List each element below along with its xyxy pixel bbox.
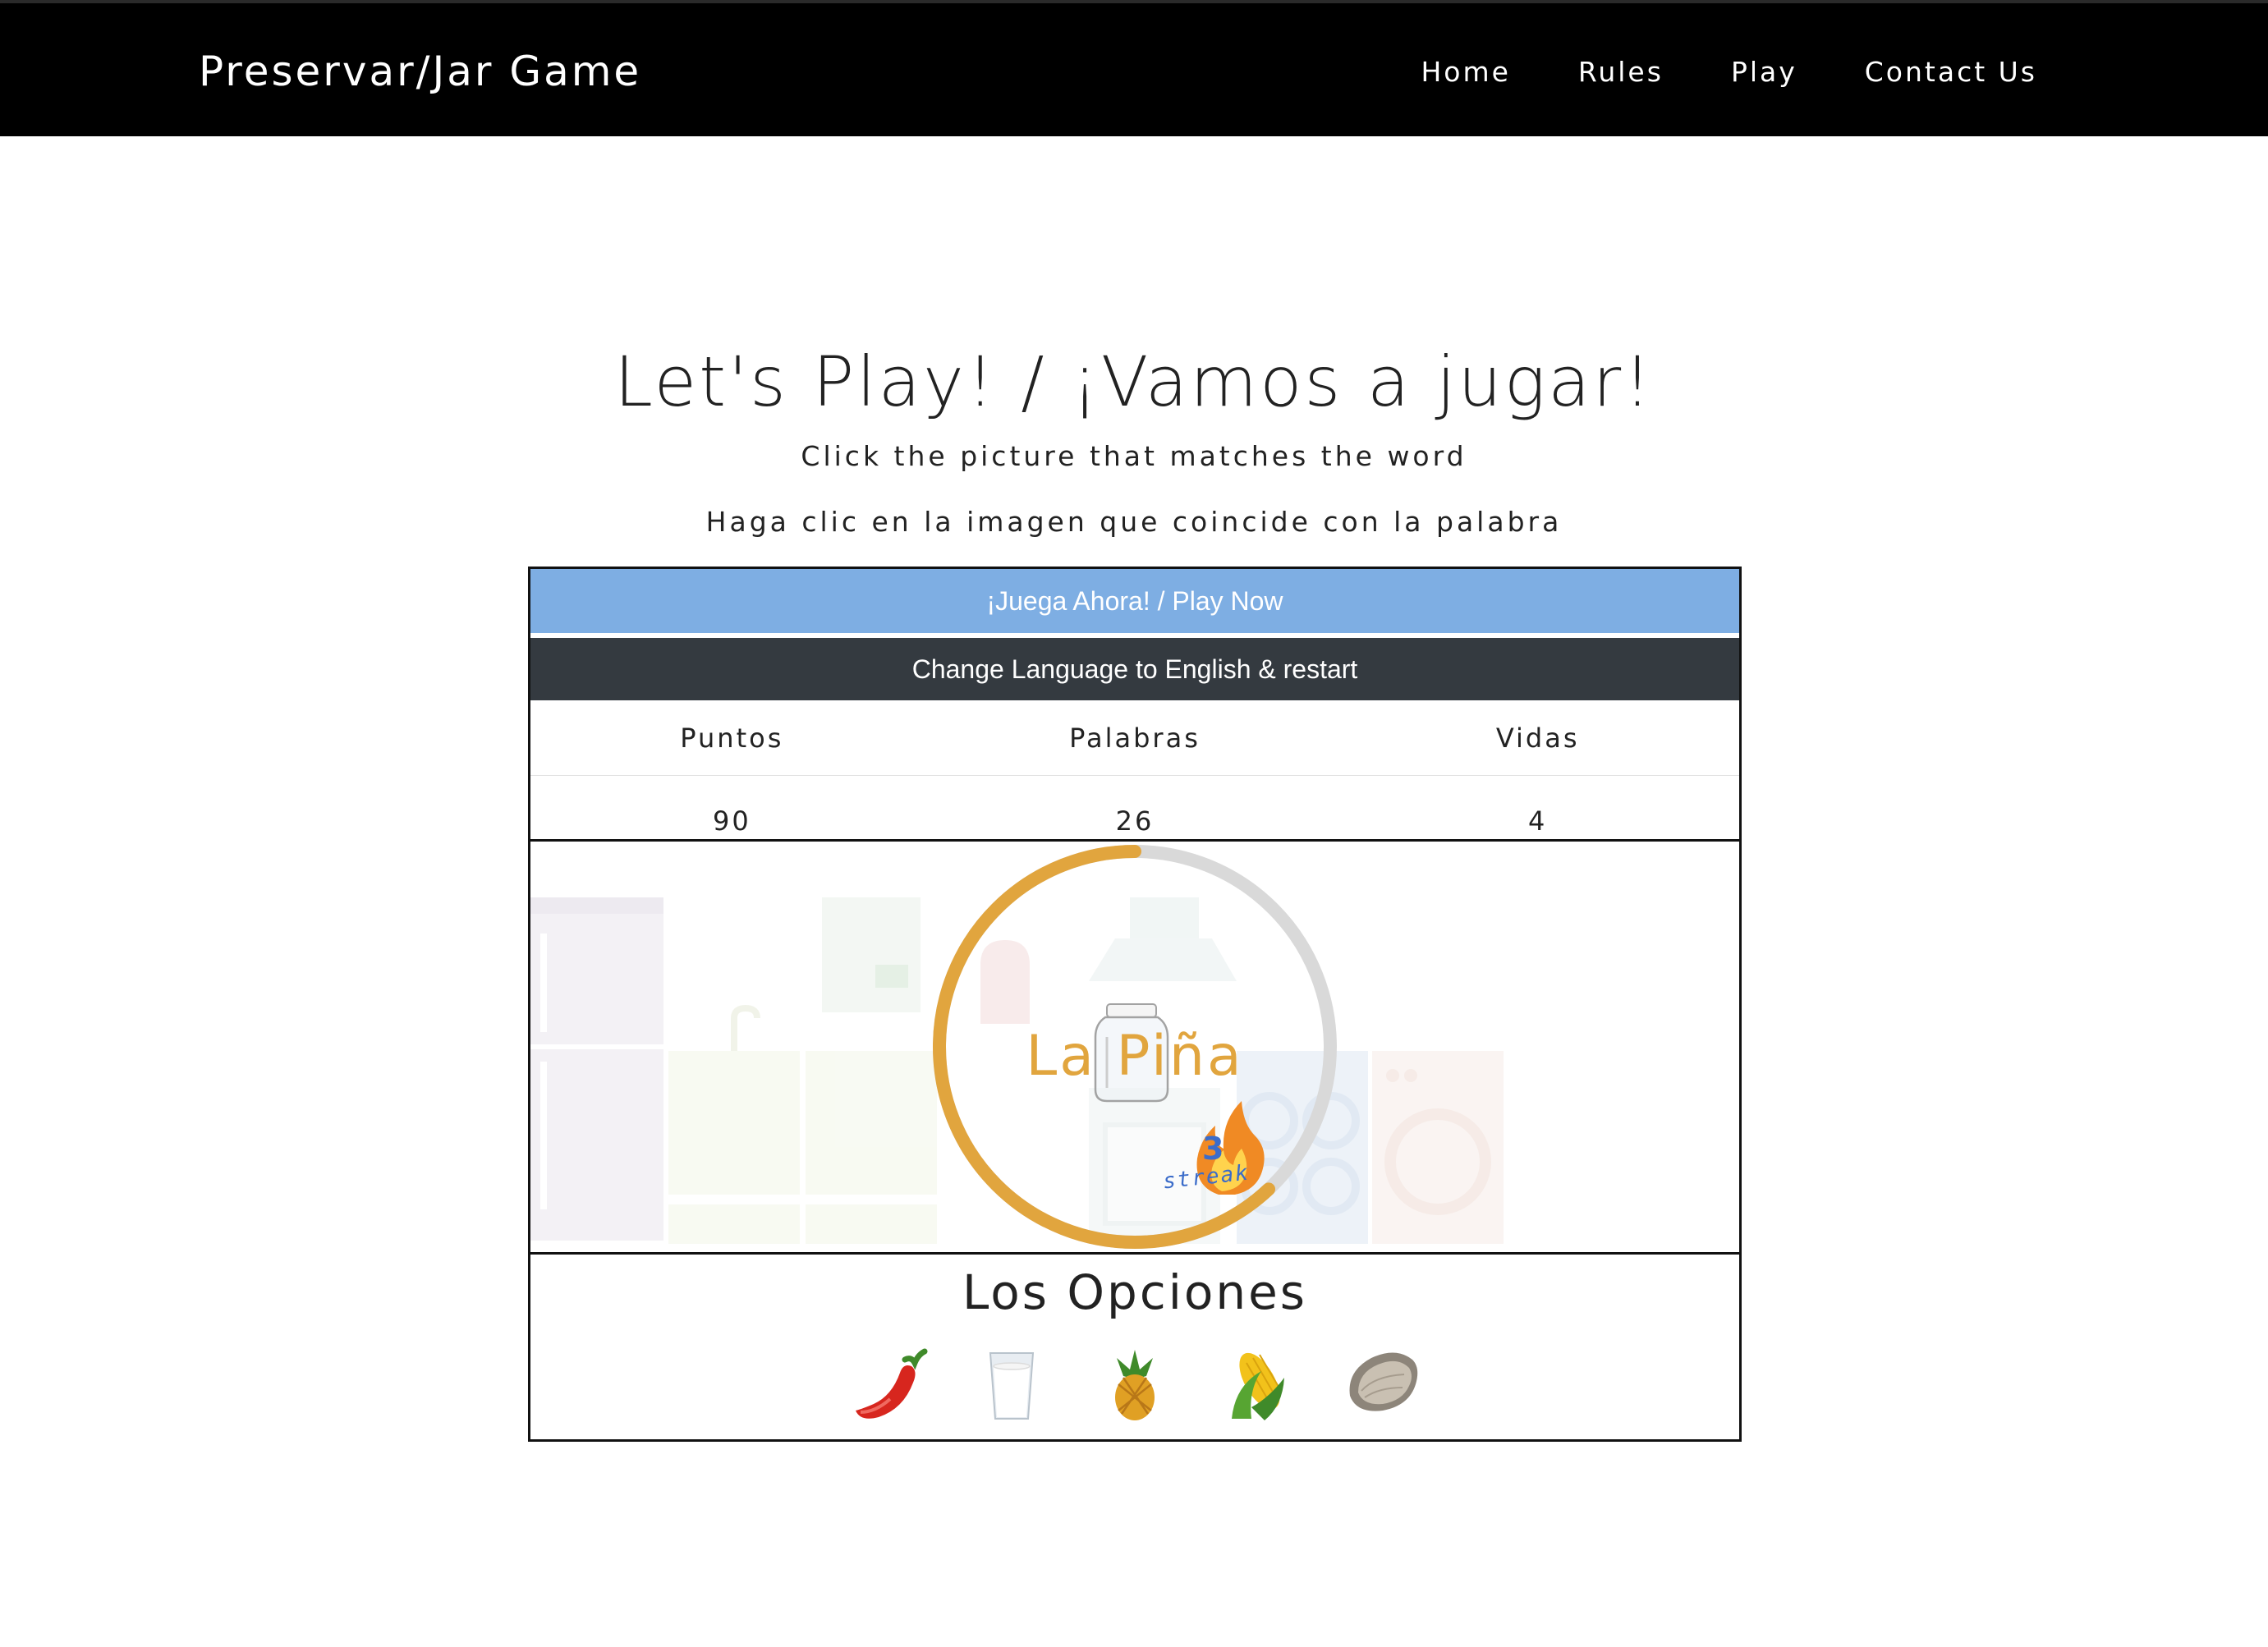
nav-link-contact[interactable]: Contact Us — [1865, 54, 2037, 90]
words-header: Palabras — [1069, 723, 1201, 754]
top-navbar: Preservar/Jar Game Home Rules Play Conta… — [0, 0, 2268, 136]
game-panel: ¡Juega Ahora! / Play Now Change Language… — [528, 567, 1742, 1442]
nav-link-home[interactable]: Home — [1421, 54, 1510, 90]
streak-label: streak — [1161, 1160, 1251, 1195]
option-corn[interactable] — [1217, 1343, 1299, 1425]
option-chili-pepper[interactable] — [847, 1343, 930, 1425]
milk-glass-icon — [989, 1352, 1035, 1420]
change-language-button[interactable]: Change Language to English & restart — [530, 638, 1739, 700]
nav-link-play[interactable]: Play — [1731, 54, 1797, 90]
option-pineapple[interactable] — [1094, 1343, 1176, 1425]
stats-header-row: Puntos Palabras Vidas — [530, 700, 1739, 776]
corn-icon — [1232, 1352, 1284, 1420]
target-word: La Piña — [1026, 1024, 1244, 1089]
nav-links: Home Rules Play Contact Us — [1421, 54, 2037, 90]
instructions-spanish: Haga clic en la imagen que coincide con … — [705, 506, 1563, 538]
lives-header: Vidas — [1495, 723, 1580, 754]
streak-count: 3 — [1202, 1131, 1224, 1167]
options-title: Los Opciones — [962, 1264, 1308, 1320]
kitchen-scene: La Piña 3 streak — [530, 839, 1739, 1255]
wall-cabinet-shape — [822, 897, 921, 1012]
play-now-button[interactable]: ¡Juega Ahora! / Play Now — [530, 569, 1739, 633]
pineapple-icon — [1115, 1350, 1155, 1420]
streak-badge: 3 streak — [1161, 1131, 1278, 1218]
range-hood-shape — [1130, 897, 1199, 938]
instructions-english: Click the picture that matches the word — [801, 440, 1467, 472]
brand-logo[interactable]: Preservar/Jar Game — [199, 44, 641, 99]
points-value: 90 — [712, 805, 751, 837]
lives-value: 4 — [1528, 805, 1548, 837]
options-row — [530, 1343, 1739, 1425]
points-header: Puntos — [680, 723, 784, 754]
kettle-shape — [980, 940, 1030, 1024]
chili-pepper-icon — [856, 1348, 928, 1419]
oyster-icon — [1349, 1352, 1418, 1411]
option-milk-glass[interactable] — [971, 1343, 1053, 1425]
stats-value-row: 90 26 4 — [530, 776, 1739, 846]
page-title: Let's Play! / ¡Vamos a jugar! — [614, 342, 1654, 422]
nav-link-rules[interactable]: Rules — [1578, 54, 1664, 90]
words-value: 26 — [1115, 805, 1155, 837]
options-area: Los Opciones — [530, 1255, 1739, 1442]
option-oyster[interactable] — [1340, 1343, 1422, 1425]
